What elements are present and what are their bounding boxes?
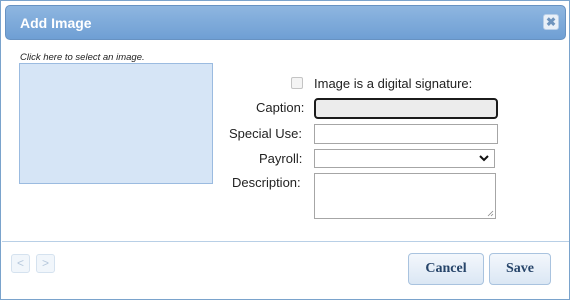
digital-signature-checkbox[interactable]	[291, 77, 303, 89]
next-button[interactable]: >	[36, 254, 55, 273]
payroll-label: Payroll:	[259, 151, 303, 166]
close-button[interactable]: ✖	[543, 14, 559, 30]
image-select-area[interactable]	[19, 63, 213, 184]
description-textarea[interactable]	[314, 173, 496, 219]
save-button[interactable]: Save	[489, 253, 551, 285]
chevron-right-icon: >	[41, 256, 49, 270]
previous-button[interactable]: <	[11, 254, 30, 273]
close-icon: ✖	[545, 15, 557, 29]
dialog-title: Add Image	[20, 15, 92, 31]
caption-label: Caption:	[256, 100, 305, 115]
resize-grip-icon[interactable]	[487, 210, 494, 217]
special-use-input[interactable]	[314, 124, 498, 144]
add-image-dialog: Add Image ✖ Click here to select an imag…	[0, 0, 570, 300]
select-image-hint: Click here to select an image.	[20, 52, 145, 63]
caption-input[interactable]	[314, 98, 498, 119]
dialog-titlebar: Add Image ✖	[5, 5, 566, 40]
chevron-down-icon	[479, 155, 489, 162]
description-label: Description:	[232, 175, 301, 190]
digital-signature-label: Image is a digital signature:	[314, 76, 473, 91]
cancel-button[interactable]: Cancel	[408, 253, 484, 285]
footer-divider	[2, 241, 569, 242]
payroll-select[interactable]	[314, 149, 495, 168]
special-use-label: Special Use:	[229, 126, 302, 141]
chevron-left-icon: <	[16, 256, 24, 270]
